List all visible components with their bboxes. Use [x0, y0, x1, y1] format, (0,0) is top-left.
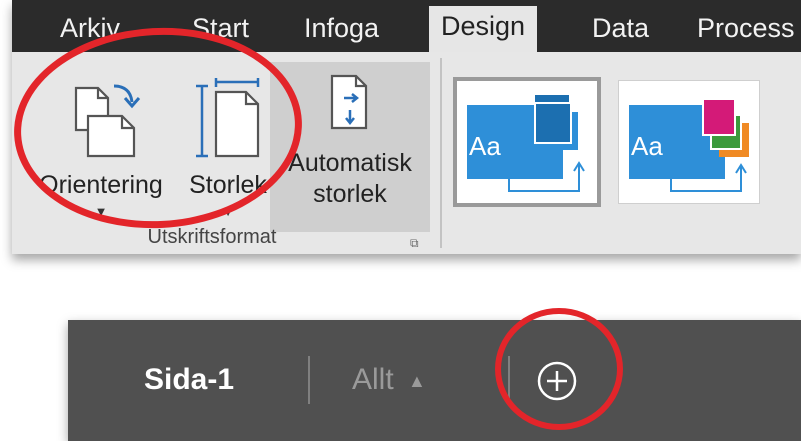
- tab-infoga[interactable]: Infoga: [304, 8, 379, 52]
- all-pages-button[interactable]: Allt ▲: [352, 362, 426, 399]
- theme-thumbnail-1[interactable]: Aa: [453, 77, 601, 207]
- all-pages-label: Allt: [352, 363, 394, 396]
- caret-up-icon: ▲: [408, 371, 426, 392]
- theme-sample-text: Aa: [631, 131, 663, 161]
- auto-size-label-line2: storlek: [313, 180, 387, 208]
- page-setup-group-label: Utskriftsformat: [147, 226, 277, 248]
- page-tab-bar: Sida-1 Allt ▲: [68, 320, 801, 441]
- dialog-launcher-icon[interactable]: ⧉: [410, 236, 419, 251]
- tab-design[interactable]: Design: [429, 6, 538, 52]
- theme-thumbnail-2[interactable]: Aa: [618, 80, 760, 204]
- group-separator: [440, 58, 442, 248]
- auto-size-button[interactable]: Automatisk storlek: [280, 70, 420, 210]
- themes-gallery: Aa Aa: [448, 74, 801, 224]
- tab-process[interactable]: Process: [697, 8, 795, 52]
- tab-data[interactable]: Data: [592, 8, 649, 52]
- page-tab-separator: [308, 356, 310, 404]
- theme-sample-text: Aa: [469, 131, 501, 161]
- auto-size-label-line1: Automatisk: [288, 149, 412, 177]
- annotation-circle-add-page: [495, 308, 623, 430]
- auto-size-icon: [280, 70, 420, 148]
- page-tab-sida-1[interactable]: Sida-1: [144, 362, 234, 398]
